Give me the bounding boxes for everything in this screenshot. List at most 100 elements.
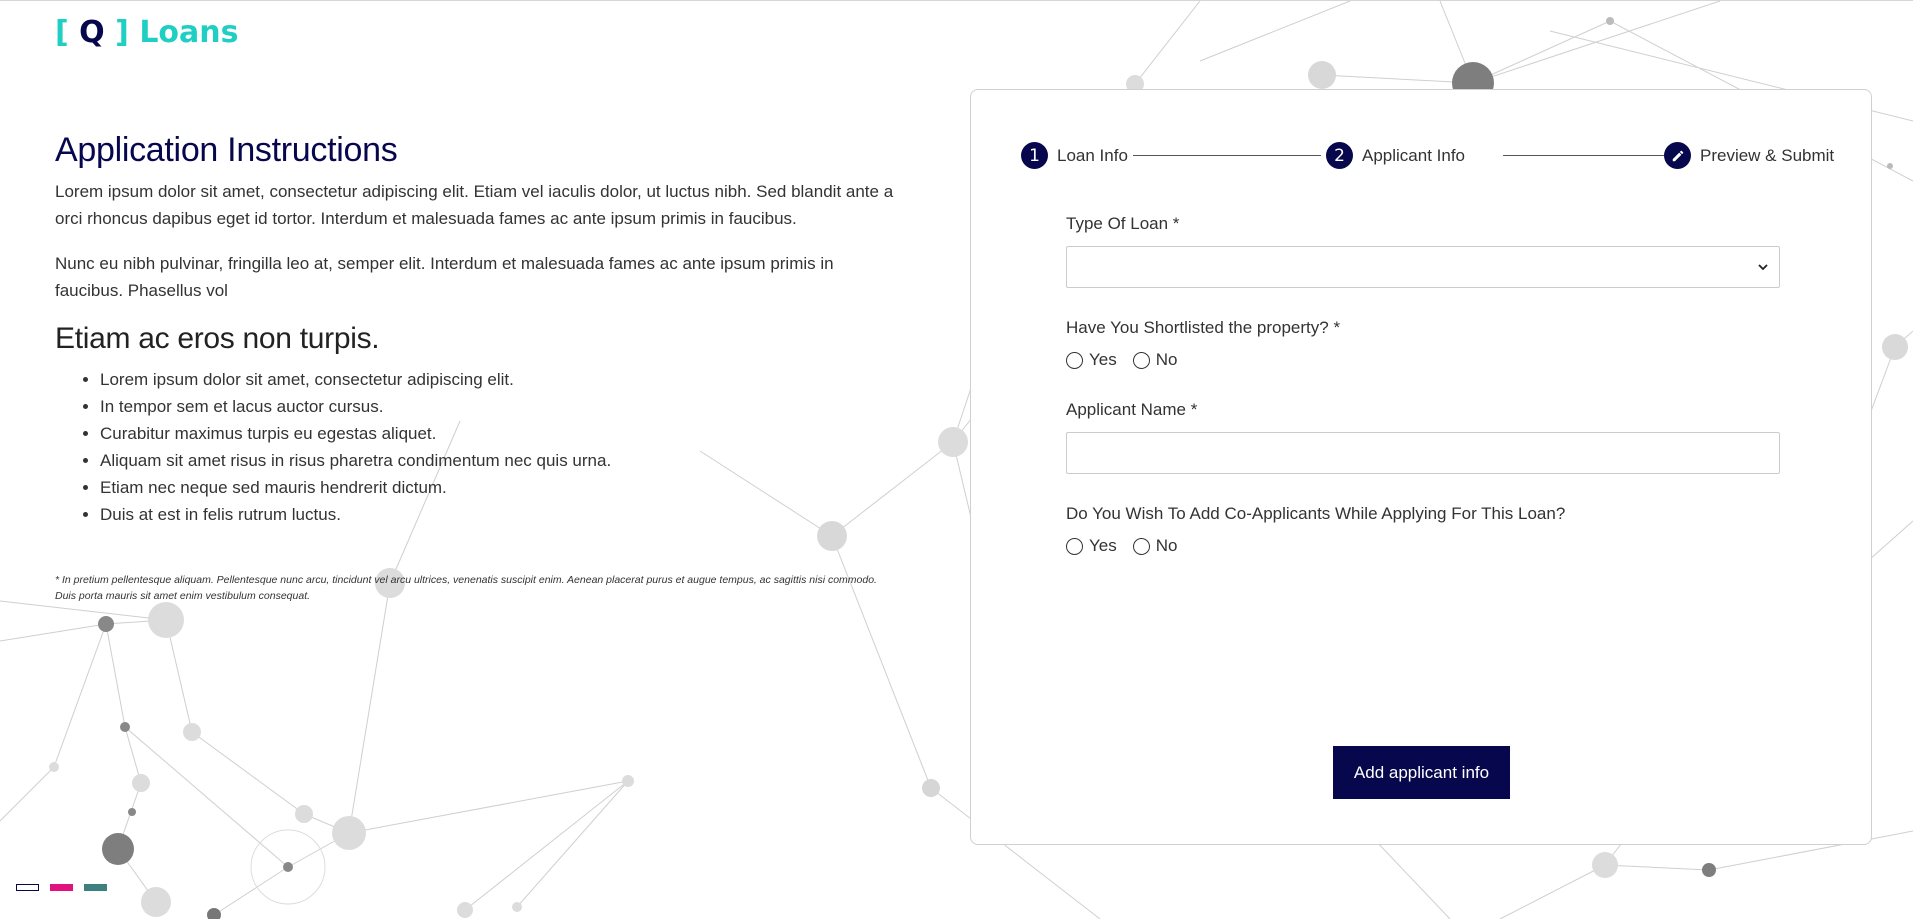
network-node	[141, 887, 171, 917]
logo-word: Loans	[139, 15, 239, 50]
network-link	[1472, 20, 1611, 84]
chevron-down-icon	[1757, 260, 1769, 278]
theme-swatch-navy[interactable]	[16, 884, 39, 891]
network-node	[512, 902, 522, 912]
network-node	[1308, 61, 1336, 89]
logo-letter: Q	[79, 15, 105, 50]
network-link	[53, 623, 107, 768]
list-item: In tempor sem et lacus auctor cursus.	[100, 393, 895, 420]
loan-type-select[interactable]	[1066, 246, 1780, 288]
network-link	[0, 766, 55, 822]
stepper: 1 Loan Info 2 Applicant Info Preview & S…	[1021, 140, 1834, 170]
network-node	[207, 908, 221, 919]
list-item: Lorem ipsum dolor sit amet, consectetur …	[100, 366, 895, 393]
theme-swatch-pink[interactable]	[50, 884, 73, 891]
network-node	[457, 902, 473, 918]
network-node	[128, 808, 136, 816]
co-applicants-radio-group: Yes No	[1066, 536, 1780, 556]
network-link	[105, 623, 126, 728]
network-link	[213, 866, 289, 916]
network-node	[1887, 163, 1893, 169]
network-node	[132, 774, 150, 792]
list-item: Aliquam sit amet risus in risus pharetra…	[100, 447, 895, 474]
step-loan-info[interactable]: 1 Loan Info	[1021, 142, 1128, 169]
network-node	[332, 816, 366, 850]
instructions-list: Lorem ipsum dolor sit amet, consectetur …	[55, 366, 895, 528]
radio-circle[interactable]	[1132, 351, 1150, 369]
shortlisted-label: Have You Shortlisted the property? *	[1066, 318, 1341, 337]
co-applicants-yes-radio[interactable]: Yes	[1066, 536, 1117, 556]
network-node	[922, 779, 940, 797]
network-node	[98, 616, 114, 632]
radio-circle[interactable]	[1066, 537, 1083, 555]
network-node	[283, 862, 293, 872]
shortlisted-yes-radio[interactable]: Yes	[1066, 350, 1117, 370]
instructions-paragraph-1: Lorem ipsum dolor sit amet, consectetur …	[55, 182, 894, 228]
co-applicants-label: Do You Wish To Add Co-Applicants While A…	[1066, 504, 1566, 523]
radio-label: No	[1155, 350, 1178, 369]
loan-form: Type Of Loan * Have You Shortlisted the …	[1066, 214, 1780, 586]
network-link	[348, 582, 391, 834]
network-link	[1472, 1, 1721, 84]
network-link	[1499, 864, 1606, 919]
applicant-name-label: Applicant Name *	[1066, 400, 1198, 419]
step-number: 1	[1021, 142, 1048, 169]
instructions-title: Application Instructions	[55, 131, 398, 169]
network-node	[1592, 852, 1618, 878]
application-form-card: 1 Loan Info 2 Applicant Info Preview & S…	[970, 89, 1872, 845]
add-applicant-info-button[interactable]: Add applicant info	[1333, 746, 1510, 799]
network-link	[1134, 1, 1201, 85]
step-label: Preview & Submit	[1700, 145, 1835, 165]
network-link	[1604, 864, 1710, 871]
pencil-icon	[1664, 142, 1691, 169]
network-node	[120, 722, 130, 732]
app-logo[interactable]: [ Q ] Loans	[55, 15, 239, 50]
network-node	[1702, 863, 1716, 877]
radio-label: Yes	[1089, 536, 1117, 555]
step-applicant-info[interactable]: 2 Applicant Info	[1326, 142, 1465, 169]
network-node	[295, 805, 313, 823]
step-preview-submit[interactable]: Preview & Submit	[1664, 142, 1834, 169]
applicant-name-input[interactable]	[1066, 432, 1780, 474]
radio-circle[interactable]	[1066, 351, 1083, 369]
network-link	[191, 731, 305, 815]
network-node	[1606, 17, 1614, 25]
co-applicants-no-radio[interactable]: No	[1132, 536, 1178, 556]
network-node	[622, 775, 634, 787]
network-link	[0, 623, 107, 642]
list-item: Curabitur maximus turpis eu egestas aliq…	[100, 420, 895, 447]
network-node	[938, 427, 968, 457]
theme-swatches	[16, 884, 107, 891]
shortlisted-no-radio[interactable]: No	[1132, 350, 1178, 370]
shortlisted-radio-group: Yes No	[1066, 350, 1780, 370]
radio-label: Yes	[1089, 350, 1117, 369]
logo-bracket-close: ]	[115, 15, 129, 50]
instructions-subtitle: Etiam ac eros non turpis.	[55, 322, 380, 355]
instructions-panel: Application Instructions Lorem ipsum dol…	[55, 131, 895, 604]
step-number: 2	[1326, 142, 1353, 169]
network-link	[348, 780, 629, 834]
loan-type-label: Type Of Loan *	[1066, 214, 1180, 233]
step-label: Loan Info	[1057, 145, 1128, 165]
instructions-paragraph-2: Nunc eu nibh pulvinar, fringilla leo at,…	[55, 254, 834, 300]
network-node	[1882, 334, 1908, 360]
step-connector	[1133, 155, 1321, 156]
network-node	[148, 602, 184, 638]
list-item: Etiam nec neque sed mauris hendrerit dic…	[100, 474, 895, 501]
network-link	[516, 780, 629, 908]
network-node	[102, 833, 134, 865]
footnote: * In pretium pellentesque aliquam. Pelle…	[55, 574, 877, 602]
step-connector	[1503, 155, 1687, 156]
theme-swatch-teal[interactable]	[84, 884, 107, 891]
network-link	[1321, 74, 1474, 84]
network-node	[183, 723, 201, 741]
step-label: Applicant Info	[1362, 145, 1466, 165]
network-node	[49, 762, 59, 772]
list-item: Duis at est in felis rutrum luctus.	[100, 501, 895, 528]
network-link	[1199, 1, 1351, 62]
network-link	[464, 780, 629, 911]
logo-bracket-open: [	[55, 15, 69, 50]
radio-circle[interactable]	[1132, 537, 1150, 555]
radio-label: No	[1155, 536, 1178, 555]
network-link	[124, 726, 289, 868]
